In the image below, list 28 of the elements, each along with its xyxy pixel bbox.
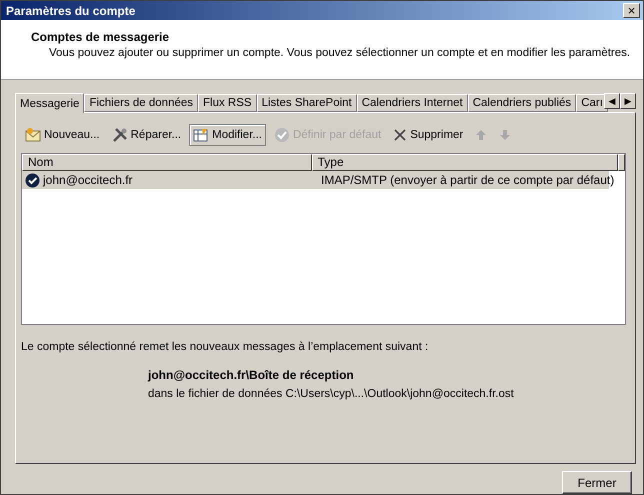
arrow-down-icon: [499, 129, 512, 141]
section-description: Vous pouvez ajouter ou supprimer un compte. Vous pouvez sélectionner un compte et en modifier les paramètres.: [48, 47, 632, 60]
envelope-icon: [25, 127, 41, 143]
tab-scroll-button[interactable]: ▶: [620, 93, 636, 109]
tab-scroll-button[interactable]: ◀: [604, 93, 620, 109]
table-edit-icon: [193, 127, 210, 143]
column-header[interactable]: Nom: [22, 154, 312, 171]
tab[interactable]: Calendriers Internet: [356, 94, 468, 112]
check-circle-icon: [274, 127, 290, 143]
tab[interactable]: Fichiers de données: [84, 94, 198, 112]
close-button[interactable]: ×: [623, 3, 640, 18]
arrow-up-icon: [475, 129, 488, 141]
tab[interactable]: Listes SharePoint: [256, 94, 357, 112]
close-dialog-button[interactable]: Fermer: [562, 471, 632, 494]
tab[interactable]: Flux RSS: [198, 94, 257, 112]
tools-icon: [112, 127, 128, 143]
toolbar-button[interactable]: Modifier...: [189, 124, 266, 146]
close-icon: [393, 128, 408, 142]
account-name: john@occitech.fr: [43, 173, 133, 187]
tab[interactable]: Calendriers publiés: [468, 94, 576, 112]
section-title: Comptes de messagerie: [31, 30, 170, 44]
account-type: IMAP/SMTP (envoyer à partir de ce compte par défaut): [321, 173, 614, 187]
delivery-location: john@occitech.fr\Boîte de réception: [148, 368, 355, 382]
column-header[interactable]: Type: [312, 154, 618, 171]
delivery-intro: Le compte sélectionné remet les nouveaux messages à l’emplacement suivant :: [21, 341, 430, 353]
tab[interactable]: Messagerie: [15, 93, 84, 113]
window-title: Paramètres du compte: [6, 4, 136, 18]
data-file-path: dans le fichier de données C:\Users\cyp\...\Outlook\john@occitech.fr.ost: [148, 388, 515, 400]
